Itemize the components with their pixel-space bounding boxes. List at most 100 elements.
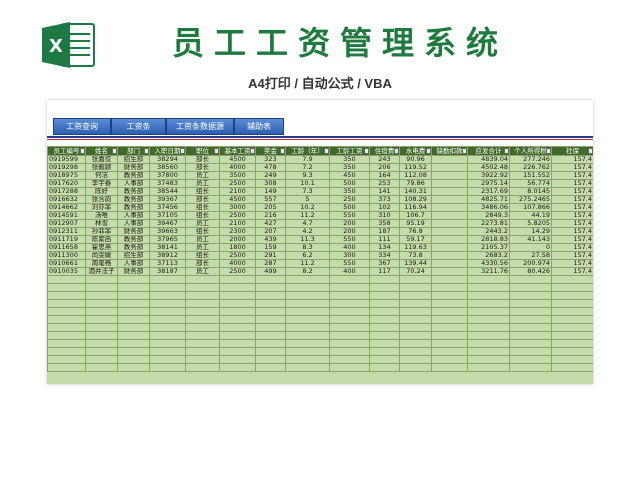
empty-cell[interactable]	[369, 283, 400, 292]
column-header[interactable]: 入职日期	[149, 146, 186, 156]
table-cell[interactable]: 0918975	[47, 171, 86, 180]
table-cell[interactable]: 400	[329, 243, 370, 252]
table-cell[interactable]: 139.44	[399, 259, 432, 268]
table-cell[interactable]: 2443.2	[467, 227, 510, 236]
table-cell[interactable]: 253	[369, 179, 400, 188]
table-cell[interactable]: 8.3	[285, 243, 330, 252]
table-cell[interactable]: 0917620	[47, 179, 86, 188]
empty-cell[interactable]	[255, 299, 286, 308]
empty-cell[interactable]	[285, 275, 330, 284]
empty-cell[interactable]	[149, 323, 186, 332]
empty-cell[interactable]	[467, 283, 510, 292]
table-cell[interactable]: 37113	[149, 259, 186, 268]
empty-cell[interactable]	[219, 339, 256, 348]
table-cell[interactable]: 102	[369, 203, 400, 212]
table-cell[interactable]: 0916632	[47, 195, 86, 204]
empty-cell[interactable]	[399, 291, 432, 300]
table-cell[interactable]: 79.86	[399, 179, 432, 188]
table-cell[interactable]: 157.4	[551, 155, 593, 164]
table-cell[interactable]: 组长	[185, 203, 220, 212]
empty-cell[interactable]	[329, 275, 370, 284]
empty-cell[interactable]	[551, 299, 593, 308]
table-cell[interactable]: 39467	[149, 219, 186, 228]
table-cell[interactable]: 550	[329, 259, 370, 268]
empty-cell[interactable]	[467, 307, 510, 316]
empty-cell[interactable]	[185, 291, 220, 300]
table-cell[interactable]: 11.2	[285, 211, 330, 220]
table-cell[interactable]: 2500	[219, 179, 256, 188]
empty-cell[interactable]	[117, 339, 150, 348]
table-cell[interactable]: 8.0145	[509, 187, 552, 196]
empty-cell[interactable]	[551, 331, 593, 340]
empty-cell[interactable]	[219, 283, 256, 292]
empty-cell[interactable]	[399, 331, 432, 340]
empty-cell[interactable]	[467, 339, 510, 348]
table-cell[interactable]: 159	[255, 243, 286, 252]
tab-salary-query[interactable]: 工资查询	[53, 118, 111, 135]
empty-cell[interactable]	[185, 347, 220, 356]
table-cell[interactable]: 8.2	[285, 267, 330, 276]
empty-cell[interactable]	[467, 291, 510, 300]
empty-cell[interactable]	[431, 347, 468, 356]
table-cell[interactable]: 教务部	[117, 195, 150, 204]
filter-dropdown-icon[interactable]	[180, 148, 185, 154]
table-cell[interactable]: 尚雯婕	[85, 251, 118, 260]
empty-cell[interactable]	[509, 275, 552, 284]
column-header[interactable]: 基本工资	[219, 146, 256, 156]
table-cell[interactable]: 1800	[219, 243, 256, 252]
empty-cell[interactable]	[149, 347, 186, 356]
empty-cell[interactable]	[285, 283, 330, 292]
empty-cell[interactable]	[431, 307, 468, 316]
empty-cell[interactable]	[117, 355, 150, 364]
table-cell[interactable]: 2300	[219, 227, 256, 236]
empty-cell[interactable]	[149, 315, 186, 324]
table-cell[interactable]: 44.19	[509, 211, 552, 220]
empty-cell[interactable]	[85, 331, 118, 340]
empty-cell[interactable]	[329, 283, 370, 292]
table-cell[interactable]: 310	[369, 211, 400, 220]
empty-cell[interactable]	[509, 291, 552, 300]
table-cell[interactable]: 38544	[149, 187, 186, 196]
empty-cell[interactable]	[431, 291, 468, 300]
table-cell[interactable]: 59.17	[399, 235, 432, 244]
empty-cell[interactable]	[149, 299, 186, 308]
empty-cell[interactable]	[285, 331, 330, 340]
empty-cell[interactable]	[185, 355, 220, 364]
table-cell[interactable]: 4000	[219, 259, 256, 268]
table-cell[interactable]: 3211.76	[467, 267, 510, 276]
empty-cell[interactable]	[431, 315, 468, 324]
empty-cell[interactable]	[509, 315, 552, 324]
table-cell[interactable]: 206	[369, 163, 400, 172]
empty-cell[interactable]	[431, 355, 468, 364]
table-cell[interactable]: 119.63	[399, 243, 432, 252]
empty-cell[interactable]	[369, 363, 400, 372]
filter-dropdown-icon[interactable]	[588, 148, 593, 154]
table-cell[interactable]: 组长	[185, 187, 220, 196]
empty-cell[interactable]	[431, 331, 468, 340]
table-cell[interactable]: 陈好	[85, 187, 118, 196]
empty-cell[interactable]	[329, 323, 370, 332]
empty-cell[interactable]	[399, 307, 432, 316]
table-cell[interactable]: 3000	[219, 203, 256, 212]
table-cell[interactable]	[431, 179, 468, 188]
table-cell[interactable]: 106.7	[399, 211, 432, 220]
empty-cell[interactable]	[85, 355, 118, 364]
table-cell[interactable]: 119.52	[399, 163, 432, 172]
table-cell[interactable]: 酒井法子	[85, 267, 118, 276]
column-header[interactable]: 缺勤扣款	[431, 146, 468, 156]
empty-cell[interactable]	[47, 331, 86, 340]
empty-cell[interactable]	[399, 347, 432, 356]
table-cell[interactable]: 11.3	[285, 235, 330, 244]
table-cell[interactable]: 550	[329, 235, 370, 244]
table-cell[interactable]: 112.08	[399, 171, 432, 180]
empty-cell[interactable]	[399, 283, 432, 292]
table-cell[interactable]: 人事部	[117, 259, 150, 268]
empty-cell[interactable]	[551, 315, 593, 324]
table-cell[interactable]: 3922.92	[467, 171, 510, 180]
table-cell[interactable]: 员工	[185, 179, 220, 188]
empty-cell[interactable]	[255, 315, 286, 324]
empty-cell[interactable]	[117, 331, 150, 340]
empty-cell[interactable]	[369, 275, 400, 284]
empty-cell[interactable]	[431, 275, 468, 284]
table-cell[interactable]: 霍思燕	[85, 243, 118, 252]
